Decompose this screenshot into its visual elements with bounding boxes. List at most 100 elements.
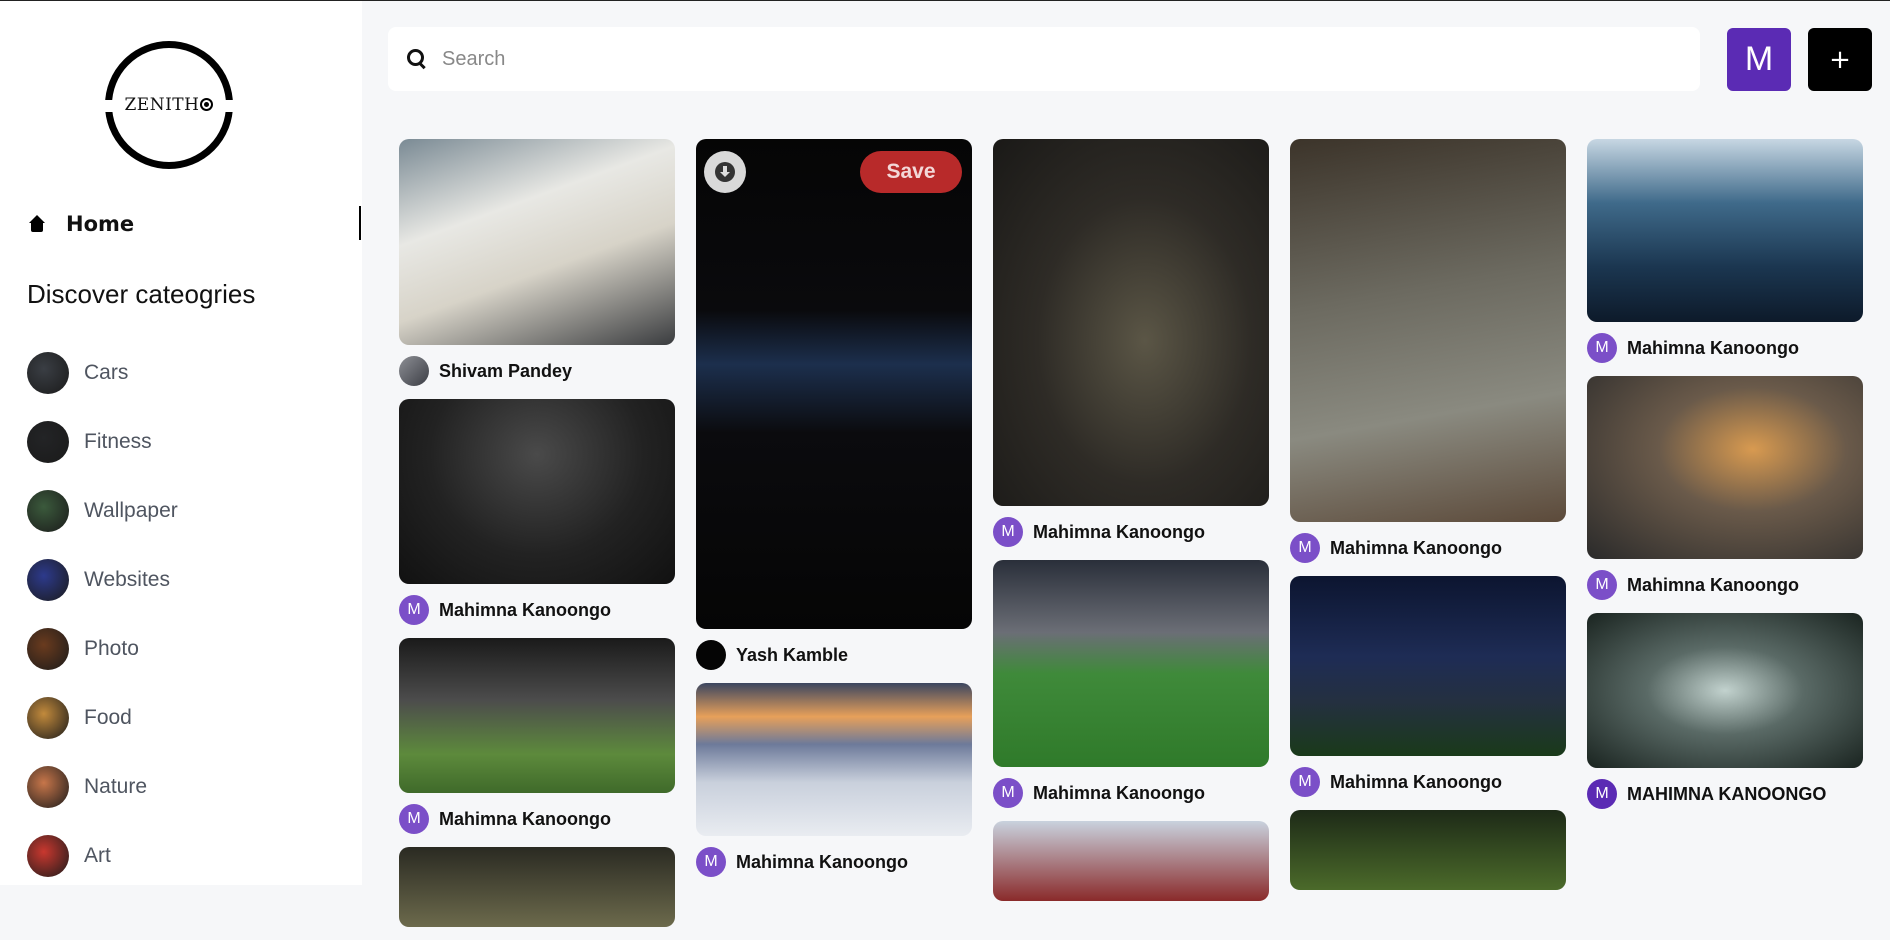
author-name: Mahimna Kanoongo [736, 851, 908, 872]
author-avatar: M [993, 778, 1023, 808]
pin-image[interactable] [1587, 613, 1863, 768]
pin-author[interactable]: M MAHIMNA KANOONGO [1587, 779, 1863, 809]
pin-card[interactable]: Shivam Pandey [399, 139, 675, 386]
author-name: Mahimna Kanoongo [439, 599, 611, 620]
pin-column: M Mahimna Kanoongo M Mahimna Kanoongo M MAHIM… [1587, 139, 1863, 822]
pin-image[interactable]: Save [696, 139, 972, 629]
search-icon [406, 48, 428, 70]
pin-author[interactable]: M Mahimna Kanoongo [399, 595, 675, 625]
pin-image[interactable] [1587, 139, 1863, 322]
pin-image[interactable] [399, 847, 675, 927]
pin-card[interactable] [1290, 810, 1566, 890]
pin-image[interactable] [399, 638, 675, 793]
author-name: Mahimna Kanoongo [1033, 521, 1205, 542]
download-button[interactable] [704, 151, 746, 193]
pin-image[interactable] [696, 683, 972, 836]
art-thumb-icon [27, 834, 69, 877]
pin-card[interactable]: Save Yash Kamble [696, 139, 972, 670]
pin-card[interactable]: M MAHIMNA KANOONGO [1587, 613, 1863, 809]
pin-author[interactable]: M Mahimna Kanoongo [1290, 533, 1566, 563]
pin-card[interactable]: M Mahimna Kanoongo [1587, 139, 1863, 363]
pin-card[interactable] [399, 847, 675, 927]
pin-column: Shivam Pandey M Mahimna Kanoongo M Mahimna K… [399, 139, 675, 940]
pin-image[interactable] [1290, 576, 1566, 756]
pin-card[interactable]: M Mahimna Kanoongo [993, 139, 1269, 547]
nav-home-label: Home [66, 212, 135, 236]
category-label: Wallpaper [84, 498, 178, 522]
pin-author[interactable]: M Mahimna Kanoongo [1587, 333, 1863, 363]
author-avatar: M [1290, 533, 1320, 563]
pin-image[interactable] [1290, 810, 1566, 890]
author-avatar: M [399, 595, 429, 625]
category-item[interactable]: Food [27, 683, 178, 752]
pin-author[interactable]: M Mahimna Kanoongo [993, 517, 1269, 547]
pin-author[interactable]: Shivam Pandey [399, 356, 675, 386]
pin-column: M Mahimna Kanoongo M Mahimna Kanoongo [1290, 139, 1566, 903]
user-avatar-button[interactable]: M [1727, 28, 1791, 91]
zenith-logo[interactable]: ZENITH [103, 41, 235, 169]
pin-author[interactable]: Yash Kamble [696, 640, 972, 670]
websites-thumb-icon [27, 558, 69, 601]
pin-author[interactable]: M Mahimna Kanoongo [1290, 767, 1566, 797]
author-avatar: M [1587, 570, 1617, 600]
cars-thumb-icon [27, 351, 69, 394]
pin-card[interactable]: M Mahimna Kanoongo [1290, 139, 1566, 563]
active-nav-indicator [359, 206, 361, 240]
logo-text: ZENITH [112, 48, 226, 162]
author-name: Shivam Pandey [439, 360, 573, 381]
save-button[interactable]: Save [860, 151, 962, 193]
pin-card[interactable] [993, 821, 1269, 901]
category-label: Fitness [84, 429, 152, 453]
pin-card[interactable]: M Mahimna Kanoongo [1587, 376, 1863, 600]
search-input[interactable] [442, 47, 1642, 71]
category-item[interactable]: Photo [27, 614, 178, 683]
pin-image[interactable] [993, 139, 1269, 506]
download-icon [715, 162, 735, 182]
author-avatar [399, 356, 429, 386]
add-pin-button[interactable]: + [1808, 28, 1872, 91]
pin-image[interactable] [1290, 139, 1566, 522]
home-icon [28, 215, 46, 233]
sidebar: ZENITH Home Discover cateogries Cars Fitn… [0, 1, 362, 885]
pin-column: M Mahimna Kanoongo M Mahimna Kanoongo [993, 139, 1269, 914]
logo-ring-icon [200, 98, 214, 111]
pin-author[interactable]: M Mahimna Kanoongo [696, 847, 972, 877]
photo-thumb-icon [27, 627, 69, 670]
author-avatar [696, 640, 726, 670]
search-bar[interactable] [388, 27, 1700, 91]
category-label: Art [84, 843, 111, 867]
nav-home[interactable]: Home [28, 207, 134, 241]
pin-image[interactable] [1587, 376, 1863, 559]
category-item[interactable]: Websites [27, 545, 178, 614]
pin-image[interactable] [993, 560, 1269, 767]
wallpaper-thumb-icon [27, 489, 69, 532]
pin-card[interactable]: M Mahimna Kanoongo [696, 683, 972, 877]
category-item[interactable]: Cars [27, 338, 178, 407]
pin-image[interactable] [993, 821, 1269, 901]
category-item[interactable]: Fitness [27, 407, 178, 476]
pin-card[interactable]: M Mahimna Kanoongo [993, 560, 1269, 808]
pin-image[interactable] [399, 399, 675, 584]
pin-author[interactable]: M Mahimna Kanoongo [399, 804, 675, 834]
author-avatar: M [1587, 779, 1617, 809]
pin-card[interactable]: M Mahimna Kanoongo [1290, 576, 1566, 797]
pin-author[interactable]: M Mahimna Kanoongo [993, 778, 1269, 808]
logo-wordmark: ZENITH [124, 95, 200, 115]
category-item[interactable]: Art [27, 821, 178, 890]
author-name: Mahimna Kanoongo [439, 808, 611, 829]
pin-image[interactable] [399, 139, 675, 345]
category-label: Food [84, 705, 132, 729]
category-item[interactable]: Nature [27, 752, 178, 821]
food-thumb-icon [27, 696, 69, 739]
author-avatar: M [1587, 333, 1617, 363]
pin-card[interactable]: M Mahimna Kanoongo [399, 399, 675, 625]
discover-categories-title: Discover cateogries [27, 279, 256, 309]
category-list: Cars Fitness Wallpaper Websites Photo Food Nat… [27, 338, 178, 890]
pin-card[interactable]: M Mahimna Kanoongo [399, 638, 675, 834]
category-label: Cars [84, 360, 129, 384]
category-item[interactable]: Wallpaper [27, 476, 178, 545]
author-name: Mahimna Kanoongo [1627, 574, 1799, 595]
author-name: Mahimna Kanoongo [1033, 782, 1205, 803]
pin-author[interactable]: M Mahimna Kanoongo [1587, 570, 1863, 600]
author-avatar: M [993, 517, 1023, 547]
